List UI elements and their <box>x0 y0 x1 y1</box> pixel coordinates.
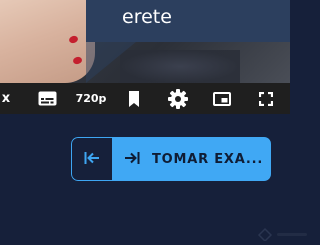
video-control-bar: x 720p <box>0 83 290 114</box>
video-title-text: erete <box>122 6 172 28</box>
take-exam-label: TOMAR EXA... <box>152 151 264 167</box>
fullscreen-icon[interactable] <box>256 83 276 114</box>
picture-in-picture-icon[interactable] <box>212 83 232 114</box>
bookmark-icon[interactable] <box>126 83 142 114</box>
watermark-logo <box>253 215 313 243</box>
take-exam-button[interactable]: TOMAR EXA... <box>112 137 271 181</box>
lesson-navigation: TOMAR EXA... <box>71 137 271 181</box>
previous-lesson-button[interactable] <box>71 137 112 181</box>
expand-right-icon <box>124 150 140 169</box>
playback-speed-button[interactable]: x <box>0 83 12 114</box>
captions-icon[interactable] <box>37 83 57 114</box>
video-title-overlay <box>86 0 290 42</box>
video-frame-fabric <box>120 50 240 83</box>
quality-selector[interactable]: 720p <box>76 83 107 114</box>
video-player[interactable]: erete <box>0 0 290 83</box>
collapse-left-icon <box>84 150 100 169</box>
gear-icon[interactable] <box>167 83 189 114</box>
video-frame-hand <box>0 0 95 83</box>
video-title-overlay-wedge <box>86 42 136 83</box>
